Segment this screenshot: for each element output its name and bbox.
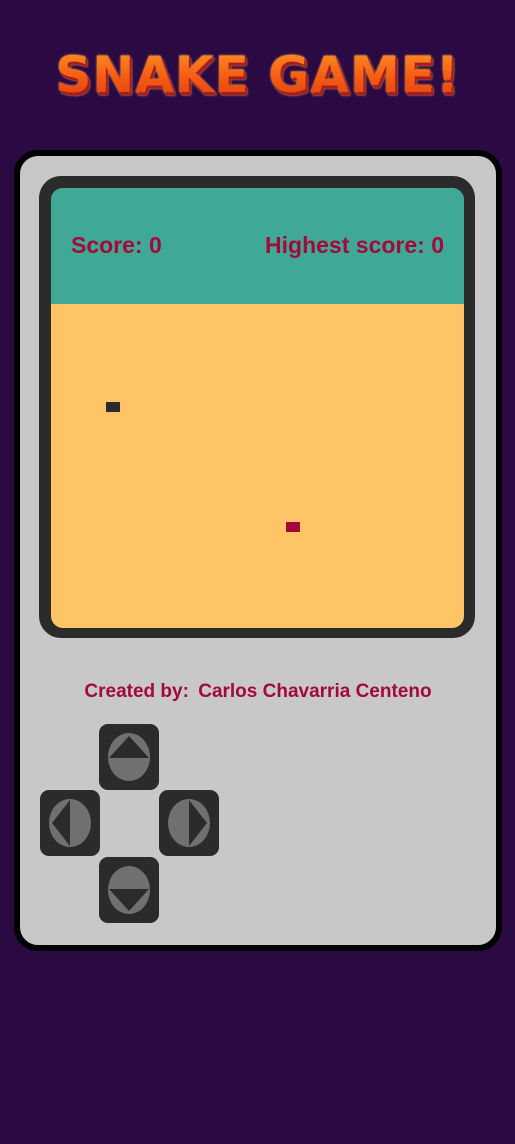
score-bar: Score: 0 Highest score: 0 xyxy=(51,188,464,304)
highest-score: Highest score: 0 xyxy=(265,232,444,258)
right-arrow-icon xyxy=(168,799,210,847)
game-title: SNAKE GAME! xyxy=(0,42,515,108)
left-arrow-icon xyxy=(49,799,91,847)
right-button[interactable] xyxy=(159,790,219,856)
game-screen: Score: 0 Highest score: 0 xyxy=(51,188,464,628)
up-button[interactable] xyxy=(99,724,159,790)
game-console: Score: 0 Highest score: 0 Created by: Ca… xyxy=(14,150,502,951)
up-arrow-icon xyxy=(108,733,150,781)
left-button[interactable] xyxy=(40,790,100,856)
credits-label: Created by: xyxy=(84,681,189,702)
food-pellet xyxy=(285,522,300,532)
credits-author: Carlos Chavarria Centeno xyxy=(198,681,432,702)
play-field xyxy=(51,304,464,628)
down-arrow-icon xyxy=(108,866,150,914)
down-button[interactable] xyxy=(99,857,159,923)
current-score: Score: 0 xyxy=(71,232,162,258)
snake-head xyxy=(106,402,121,412)
screen-bezel: Score: 0 Highest score: 0 xyxy=(39,176,475,638)
credits: Created by: Carlos Chavarria Centeno xyxy=(20,681,496,703)
